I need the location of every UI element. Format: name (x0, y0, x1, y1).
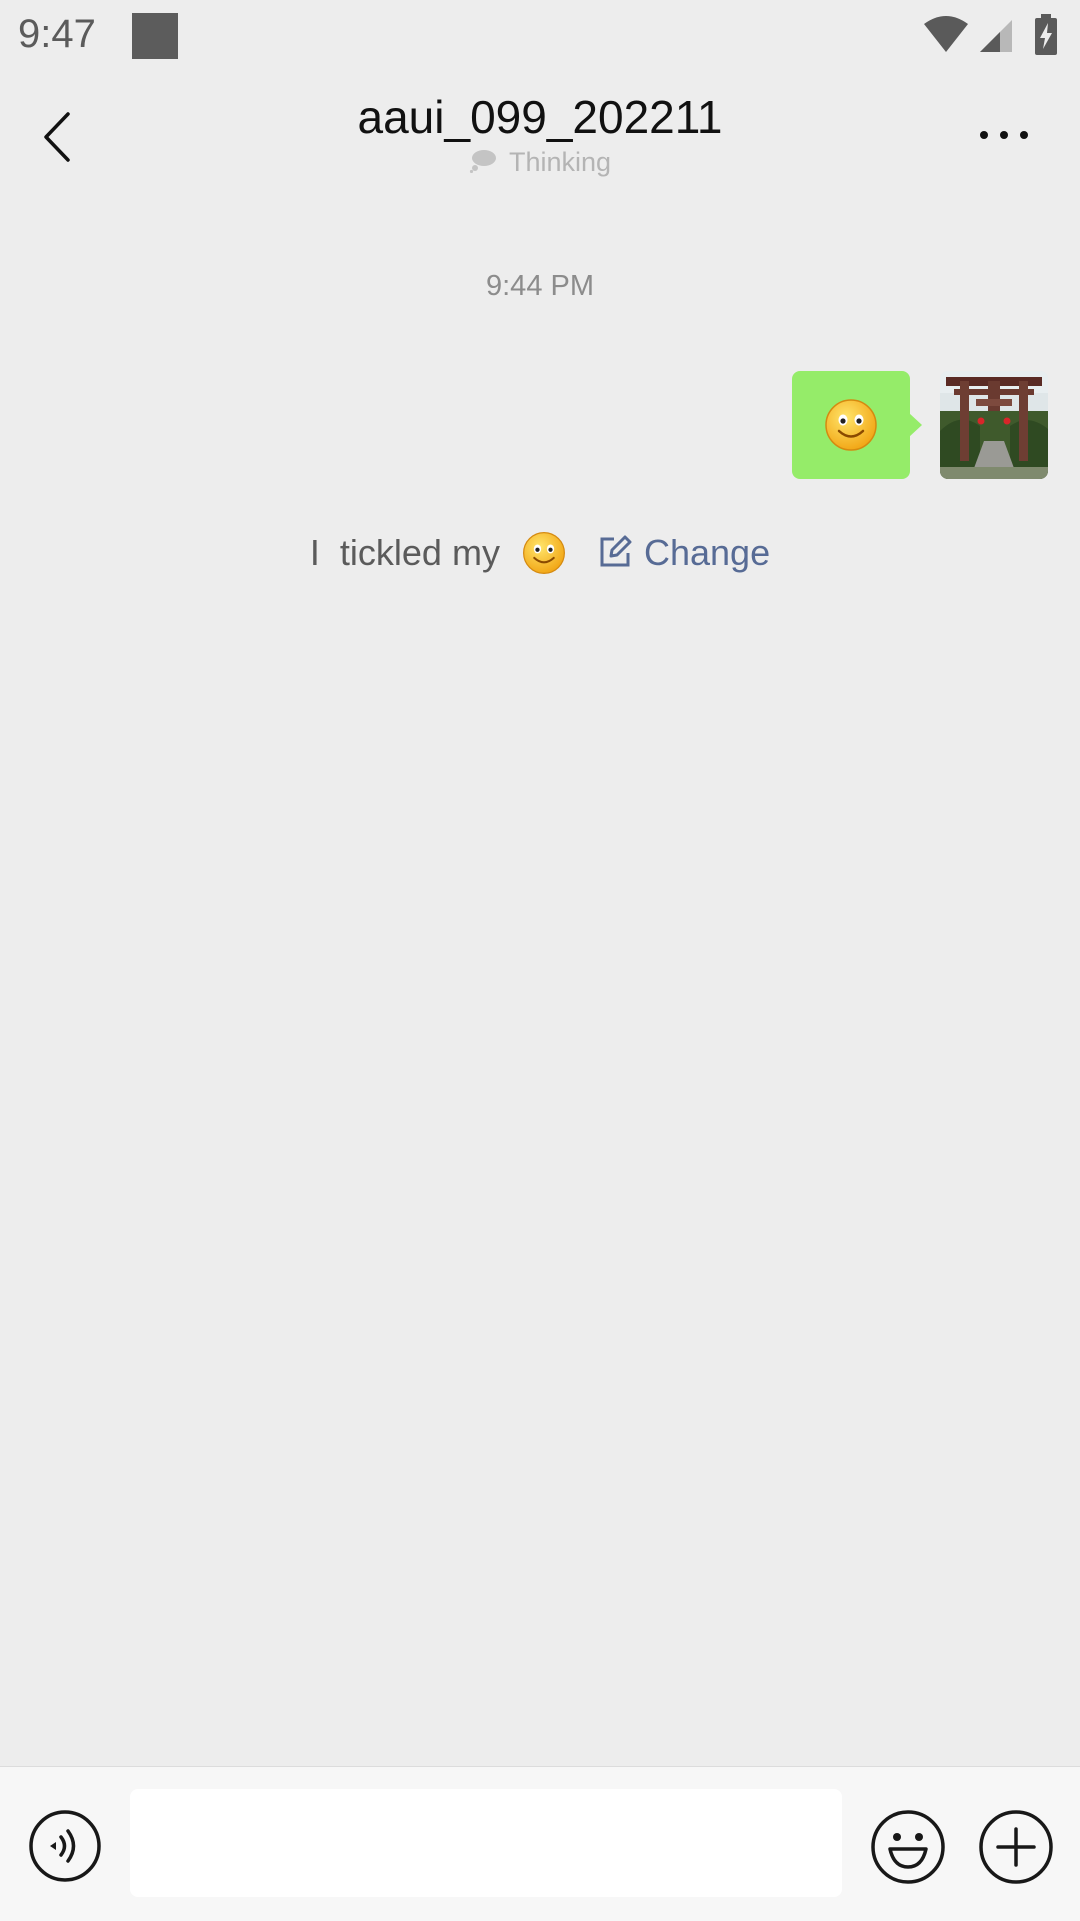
message-bubble[interactable] (792, 371, 922, 479)
voice-button[interactable] (28, 1809, 102, 1883)
more-options-button[interactable] (972, 115, 1036, 155)
smiley-emoji-icon (825, 399, 877, 451)
chat-status-text: Thinking (508, 147, 612, 177)
emoji-button[interactable] (870, 1809, 946, 1885)
change-tickle-link[interactable]: Change (598, 532, 770, 574)
tickle-notice: I tickled my Change (0, 530, 1080, 575)
wifi-icon (924, 16, 968, 52)
plus-button[interactable] (978, 1809, 1054, 1885)
tickle-text: I tickled my (309, 532, 500, 574)
bubble-tail (909, 413, 922, 437)
message-input[interactable] (130, 1789, 842, 1897)
status-bar: 9:47 (0, 0, 1080, 75)
avatar-image (940, 371, 1048, 479)
cell-signal-icon (980, 20, 1012, 52)
emoji-face-icon (871, 1810, 945, 1884)
status-time: 9:47 (18, 12, 96, 56)
notification-square-icon (132, 13, 178, 59)
chat-status: Thinking (0, 147, 1080, 178)
user-avatar[interactable] (940, 371, 1048, 479)
message-timestamp: 9:44 PM (486, 270, 594, 302)
change-link-label: Change (643, 532, 771, 574)
more-horizontal-icon (980, 131, 1028, 139)
voice-icon (29, 1810, 101, 1882)
smiley-emoji-icon (522, 532, 565, 575)
battery-charging-icon (1035, 14, 1057, 55)
chat-header: aaui_099_202211 Thinking (0, 75, 1080, 205)
chat-title: aaui_099_202211 (357, 91, 723, 143)
thought-bubble-icon (469, 150, 496, 173)
plus-icon (979, 1810, 1053, 1884)
input-bar (0, 1766, 1080, 1921)
edit-icon (600, 535, 632, 567)
